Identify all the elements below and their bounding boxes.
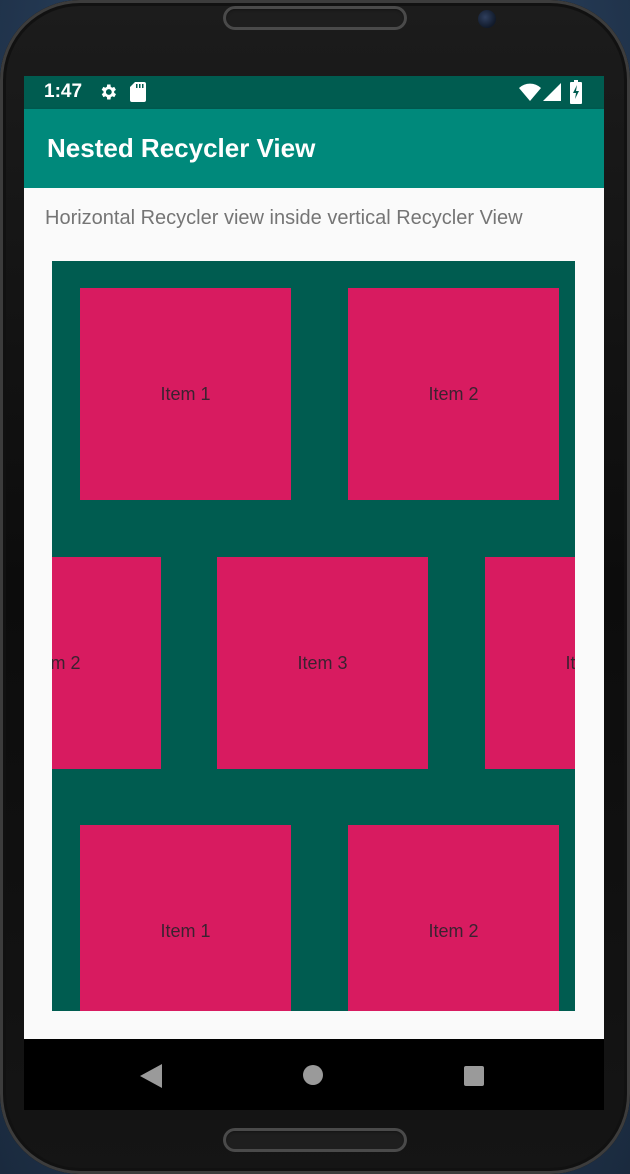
list-item[interactable]: Item 3 [217, 557, 428, 769]
horizontal-recycler-row[interactable]: Item 2 Item 3 Item 4 [52, 557, 575, 769]
device-screen: 1:47 Nested Recycler View Horizontal Rec… [24, 76, 604, 1110]
list-item[interactable]: Item 1 [80, 288, 291, 500]
sd-card-icon [130, 82, 146, 102]
main-content[interactable]: Horizontal Recycler view inside vertical… [24, 188, 604, 1039]
app-title: Nested Recycler View [47, 133, 316, 163]
wifi-icon [519, 83, 541, 101]
list-item[interactable]: Item 2 [348, 288, 559, 500]
list-item[interactable]: Item 4 [485, 557, 575, 769]
back-icon[interactable] [140, 1064, 162, 1088]
list-item[interactable]: Item 1 [80, 825, 291, 1011]
phone-frame: 1:47 Nested Recycler View Horizontal Rec… [0, 0, 630, 1174]
item-label: Item 1 [160, 920, 211, 941]
vertical-recycler-view[interactable]: Item 1 Item 2 Item 2 Item 3 Item 4 [52, 261, 575, 1011]
signal-icon [543, 83, 561, 101]
bottom-speaker [223, 1128, 407, 1152]
item-label: Item 4 [565, 652, 575, 673]
list-item[interactable]: Item 2 [52, 557, 161, 769]
front-camera [478, 10, 496, 28]
navigation-bar [24, 1039, 604, 1110]
item-label: Item 2 [428, 383, 479, 404]
battery-charging-icon [570, 80, 582, 104]
page-subtitle: Horizontal Recycler view inside vertical… [45, 207, 523, 229]
earpiece-speaker [223, 6, 407, 30]
list-item[interactable]: Item 2 [348, 825, 559, 1011]
status-time: 1:47 [44, 81, 83, 102]
gear-icon [101, 84, 116, 100]
item-label: Item 1 [160, 383, 211, 404]
recent-apps-icon[interactable] [464, 1066, 484, 1086]
app-bar: Nested Recycler View [24, 109, 604, 188]
item-label: Item 3 [297, 652, 348, 673]
status-bar: 1:47 [24, 76, 604, 109]
horizontal-recycler-row[interactable]: Item 1 Item 2 [52, 288, 575, 500]
home-icon[interactable] [303, 1065, 323, 1085]
horizontal-recycler-row[interactable]: Item 1 Item 2 [52, 825, 575, 1011]
item-label: Item 2 [52, 652, 81, 673]
item-label: Item 2 [428, 920, 479, 941]
